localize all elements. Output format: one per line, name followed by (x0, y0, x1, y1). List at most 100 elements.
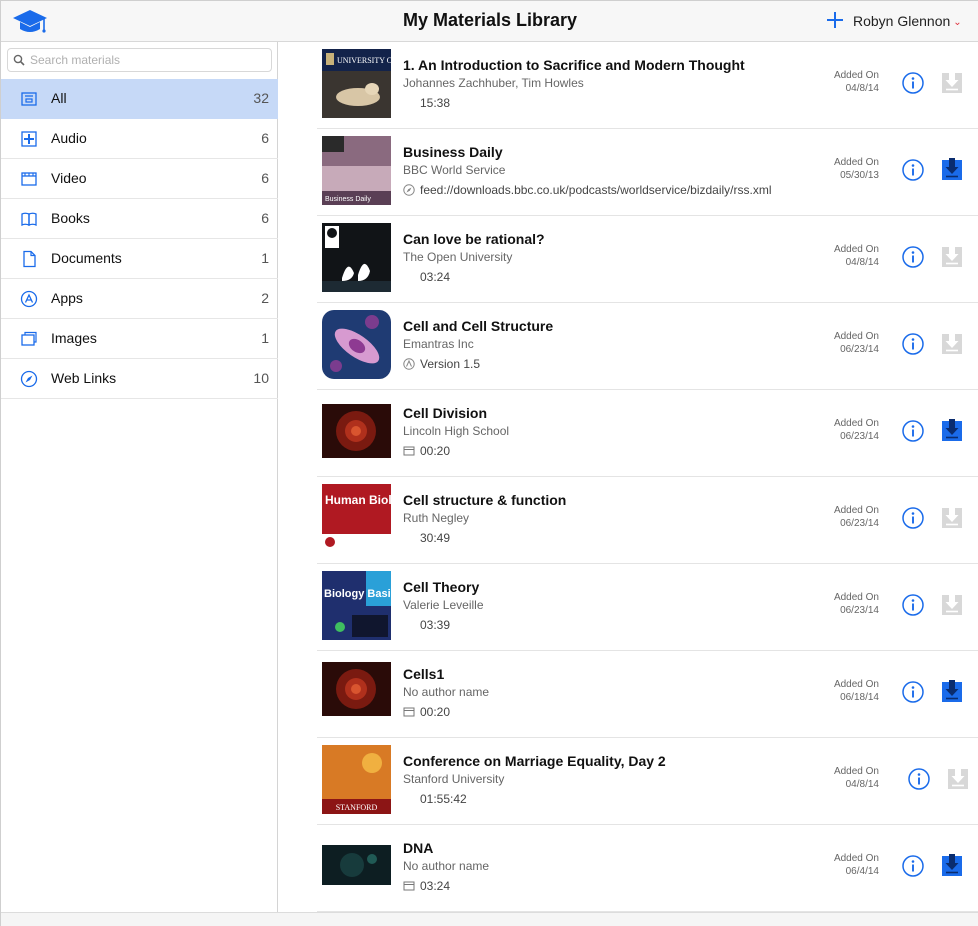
material-title: Business Daily (403, 144, 503, 160)
sidebar-item-apps[interactable]: Apps 2 (1, 279, 278, 319)
material-duration: 03:24 (420, 270, 451, 284)
search-box[interactable] (7, 48, 272, 72)
info-icon[interactable] (902, 681, 924, 703)
material-title: Can love be rational? (403, 231, 545, 247)
download-icon[interactable] (942, 419, 962, 441)
video-icon (403, 707, 415, 717)
added-label: Added On (833, 418, 879, 429)
material-title: DNA (403, 840, 434, 856)
feed-icon (403, 184, 415, 196)
list-item[interactable]: Can love be rational? The Open Universit… (317, 216, 978, 303)
material-duration-text: 00:20 (420, 705, 451, 719)
download-icon[interactable] (942, 854, 962, 876)
material-duration-text: 00:20 (420, 444, 451, 458)
sidebar-item-count: 1 (261, 330, 269, 346)
thumb-caption: Biology Basics (324, 588, 391, 600)
info-icon[interactable] (908, 768, 930, 790)
material-title: 1. An Introduction to Sacrifice and Mode… (403, 57, 745, 73)
sidebar-item-label: Apps (51, 290, 83, 306)
list-item[interactable]: Business Daily Business Daily BBC World … (317, 129, 978, 216)
info-icon[interactable] (902, 507, 924, 529)
search-input[interactable] (30, 51, 266, 69)
added-on: Added On 04/8/14 (807, 765, 879, 791)
sidebar-item-all[interactable]: All 32 (1, 79, 278, 119)
added-on: Added On 06/23/14 (807, 330, 879, 356)
download-icon[interactable] (942, 245, 962, 267)
sidebar-item-audio[interactable]: Audio 6 (1, 119, 278, 159)
added-label: Added On (833, 70, 879, 81)
material-duration: 01:55:42 (420, 792, 467, 806)
sidebar-item-label: Books (51, 210, 90, 226)
material-duration: 00:20 (403, 444, 450, 458)
material-author: The Open University (403, 250, 513, 264)
added-label: Added On (833, 766, 879, 777)
material-title: Cell Theory (403, 579, 480, 595)
added-on: Added On 06/4/14 (807, 852, 879, 878)
web-link-icon (20, 370, 38, 388)
book-icon (21, 212, 37, 227)
sidebar-item-books[interactable]: Books 6 (1, 199, 278, 239)
sidebar-item-label: Images (51, 330, 97, 346)
material-thumbnail (322, 662, 391, 716)
sidebar-item-label: Documents (51, 250, 122, 266)
added-on: Added On 04/8/14 (807, 243, 879, 269)
added-label: Added On (833, 853, 879, 864)
download-icon[interactable] (942, 680, 962, 702)
sidebar-item-count: 2 (261, 290, 269, 306)
info-icon[interactable] (902, 72, 924, 94)
list-item[interactable]: Cells1 No author name 00:20 Added On 06/… (317, 651, 978, 738)
material-author: Stanford University (403, 772, 505, 786)
app-icon (403, 358, 415, 370)
thumb-caption: UNIVERSITY OF OXFORD (337, 56, 391, 65)
add-material-button[interactable] (824, 9, 846, 31)
added-date: 06/23/14 (840, 431, 879, 442)
sidebar-item-images[interactable]: Images 1 (1, 319, 278, 359)
material-author: Ruth Negley (403, 511, 470, 525)
thumb-caption: STANFORD (336, 803, 378, 812)
added-label: Added On (833, 505, 879, 516)
info-icon[interactable] (902, 594, 924, 616)
materials-list: UNIVERSITY OF OXFORD 1. An Introduction … (279, 42, 978, 912)
list-item[interactable]: Biology Basics Cell Theory Valerie Levei… (317, 564, 978, 651)
material-thumbnail (322, 310, 391, 379)
video-icon (403, 446, 415, 456)
material-title: Cell and Cell Structure (403, 318, 554, 334)
download-icon[interactable] (948, 767, 968, 789)
sidebar-item-count: 1 (261, 250, 269, 266)
info-icon[interactable] (902, 420, 924, 442)
added-on: Added On 06/23/14 (807, 504, 879, 530)
info-icon[interactable] (902, 333, 924, 355)
list-item[interactable]: DNA No author name 03:24 Added On 06/4/1… (317, 825, 978, 912)
material-duration: 03:24 (403, 879, 450, 893)
sidebar-item-count: 6 (261, 170, 269, 186)
user-menu-button[interactable]: Robyn Glennon ⌄ (853, 13, 962, 29)
list-item[interactable]: UNIVERSITY OF OXFORD 1. An Introduction … (317, 42, 978, 129)
list-item[interactable]: STANFORD Conference on Marriage Equality… (317, 738, 978, 825)
added-date: 04/8/14 (845, 257, 879, 268)
list-item[interactable]: Cell Division Lincoln High School 00:20 … (317, 390, 978, 477)
download-icon[interactable] (942, 158, 962, 180)
sidebar-item-web-links[interactable]: Web Links 10 (1, 359, 278, 399)
material-author: Johannes Zachhuber, Tim Howles (403, 76, 584, 90)
added-date: 06/23/14 (840, 605, 879, 616)
sidebar-item-count: 32 (253, 90, 269, 106)
download-icon[interactable] (942, 332, 962, 354)
thumb-caption: Business Daily (325, 196, 371, 203)
list-item[interactable]: Cell and Cell Structure Emantras Inc Ver… (317, 303, 978, 390)
sidebar-item-video[interactable]: Video 6 (1, 159, 278, 199)
list-item[interactable]: Human Biology Cell structure & function … (317, 477, 978, 564)
added-label: Added On (833, 244, 879, 255)
sidebar-item-count: 6 (261, 130, 269, 146)
added-on: Added On 06/23/14 (807, 417, 879, 443)
download-icon[interactable] (942, 71, 962, 93)
info-icon[interactable] (902, 246, 924, 268)
thumb-caption: Human Biology (325, 493, 391, 507)
material-version-text: Version 1.5 (420, 357, 481, 371)
info-icon[interactable] (902, 159, 924, 181)
info-icon[interactable] (902, 855, 924, 877)
audio-icon (21, 131, 37, 147)
download-icon[interactable] (942, 593, 962, 615)
sidebar-item-documents[interactable]: Documents 1 (1, 239, 278, 279)
material-duration: 00:20 (403, 705, 450, 719)
download-icon[interactable] (942, 506, 962, 528)
